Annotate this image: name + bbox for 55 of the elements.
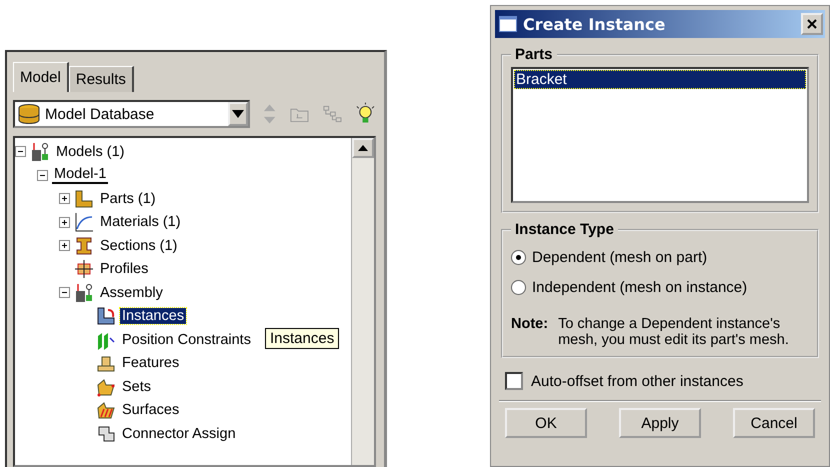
- window-icon: [499, 16, 517, 32]
- scroll-up-arrow-icon[interactable]: [358, 145, 368, 151]
- dialog-button[interactable]: Apply: [619, 408, 701, 438]
- tree-item[interactable]: Assembly: [98, 284, 165, 301]
- set-icon: [96, 376, 116, 397]
- tooltip: Instances: [265, 328, 340, 349]
- group-title: Instance Type: [514, 221, 615, 238]
- expand-icon[interactable]: [59, 193, 70, 204]
- list-item[interactable]: Bracket: [514, 70, 806, 89]
- i-beam-icon: [74, 236, 94, 256]
- option-label: Dependent (mesh on part): [532, 248, 708, 266]
- tree-item[interactable]: Instances: [120, 308, 186, 324]
- assembly-icon: [30, 142, 50, 162]
- window-title: Create Instance: [523, 14, 666, 34]
- close-icon: [807, 19, 817, 29]
- tree-item[interactable]: Sets: [120, 378, 154, 395]
- dialog-button[interactable]: OK: [505, 408, 587, 438]
- tree-item[interactable]: Features: [120, 355, 182, 372]
- checkbox-label: Auto-offset from other instances: [531, 372, 744, 390]
- checkbox[interactable]: [505, 372, 523, 390]
- collapse-icon[interactable]: [37, 170, 48, 181]
- tree-item[interactable]: Materials (1): [98, 214, 183, 230]
- group-title: Parts: [514, 46, 554, 63]
- close-button[interactable]: [801, 13, 823, 35]
- radio-button[interactable]: [511, 280, 526, 294]
- dialog-button[interactable]: Cancel: [733, 408, 815, 438]
- profile-icon: [74, 259, 94, 280]
- parts-list[interactable]: Bracket: [511, 67, 809, 203]
- assembly-icon: [74, 282, 94, 303]
- connector-icon: [96, 424, 116, 444]
- note-text: To change a Dependent instance's mesh, you must edit its part's mesh.: [558, 316, 790, 348]
- radio-button[interactable]: [511, 250, 526, 264]
- collapse-icon[interactable]: [15, 146, 26, 158]
- tab[interactable]: Results: [68, 66, 134, 92]
- tree-item[interactable]: Profiles: [98, 261, 150, 278]
- tree-item[interactable]: Models (1): [54, 144, 126, 160]
- part-instance-icon: [96, 306, 116, 326]
- l-bracket-icon: [74, 188, 94, 209]
- stress-strain-icon: [74, 212, 94, 232]
- option-label: Independent (mesh on instance): [532, 278, 748, 296]
- tree-item[interactable]: Position Constraints: [120, 332, 253, 348]
- surface-icon: [96, 400, 116, 420]
- tree-item[interactable]: Model-1: [52, 166, 108, 184]
- database-icon: [17, 103, 41, 125]
- note-label: Note:: [511, 316, 548, 334]
- tree-item[interactable]: Sections (1): [98, 238, 180, 254]
- scrollbar[interactable]: [351, 138, 374, 465]
- collapse-icon[interactable]: [59, 287, 70, 298]
- tree-item[interactable]: Surfaces: [120, 402, 182, 418]
- tab[interactable]: Model: [13, 62, 69, 92]
- tree-item[interactable]: Parts (1): [98, 190, 158, 207]
- tree-item[interactable]: Connector Assign: [120, 426, 238, 442]
- expand-icon[interactable]: [59, 240, 70, 252]
- model-database-dropdown[interactable]: Model Database: [13, 100, 250, 128]
- expand-icon[interactable]: [59, 216, 70, 228]
